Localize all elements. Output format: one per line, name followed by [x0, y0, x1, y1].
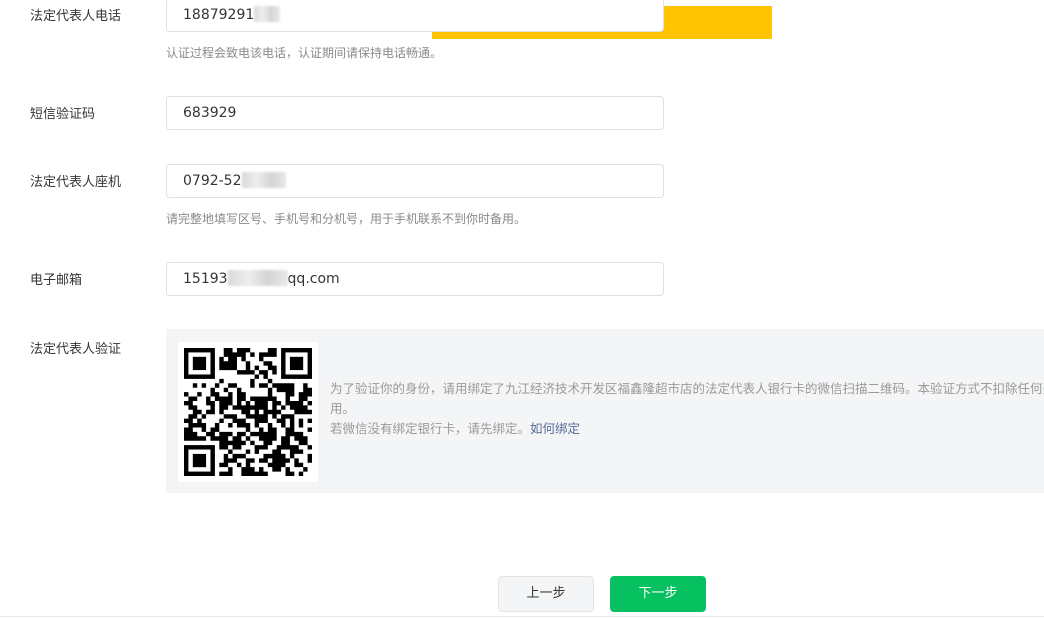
- landline-label: 法定代表人座机: [30, 175, 122, 190]
- how-to-bind-link[interactable]: 如何绑定: [530, 421, 580, 436]
- email-field[interactable]: 15193 qq.com: [166, 262, 664, 296]
- landline-value: 0792-52: [183, 173, 242, 189]
- phone-value: 18879291: [183, 7, 255, 23]
- sms-code-field[interactable]: 683929: [166, 96, 664, 130]
- verify-description-line1: 为了验证你的身份，请用绑定了九江经济技术开发区福鑫隆超市店的法定代表人银行卡的微…: [330, 381, 1044, 396]
- email-mask: [227, 270, 288, 286]
- prev-step-button[interactable]: 上一步: [498, 576, 594, 612]
- sms-code-value: 683929: [183, 105, 237, 121]
- next-step-button[interactable]: 下一步: [610, 576, 706, 612]
- verify-description-line2: 若微信没有绑定银行卡，请先绑定。: [330, 421, 531, 436]
- sms-label: 短信验证码: [30, 107, 96, 122]
- landline-field[interactable]: 0792-52: [166, 164, 664, 198]
- email-label: 电子邮箱: [30, 273, 83, 288]
- phone-mask: [254, 6, 281, 22]
- verify-label: 法定代表人验证: [30, 342, 122, 357]
- landline-hint: 请完整地填写区号、手机号和分机号，用于手机联系不到你时备用。: [166, 212, 527, 226]
- verify-description: 为了验证你的身份，请用绑定了九江经济技术开发区福鑫隆超市店的法定代表人银行卡的微…: [330, 379, 1044, 439]
- verify-panel: 为了验证你的身份，请用绑定了九江经济技术开发区福鑫隆超市店的法定代表人银行卡的微…: [166, 329, 1044, 493]
- email-prefix: 15193: [183, 271, 228, 287]
- bottom-divider: [0, 616, 1044, 617]
- phone-field[interactable]: 18879291: [166, 0, 664, 32]
- phone-hint: 认证过程会致电该电话，认证期间请保持电话畅通。: [166, 46, 443, 60]
- email-suffix: qq.com: [287, 271, 340, 287]
- verify-description-wrap: 用。: [330, 401, 356, 416]
- phone-label: 法定代表人电话: [30, 9, 122, 24]
- qr-code-icon[interactable]: [178, 342, 318, 482]
- landline-mask: [241, 172, 286, 188]
